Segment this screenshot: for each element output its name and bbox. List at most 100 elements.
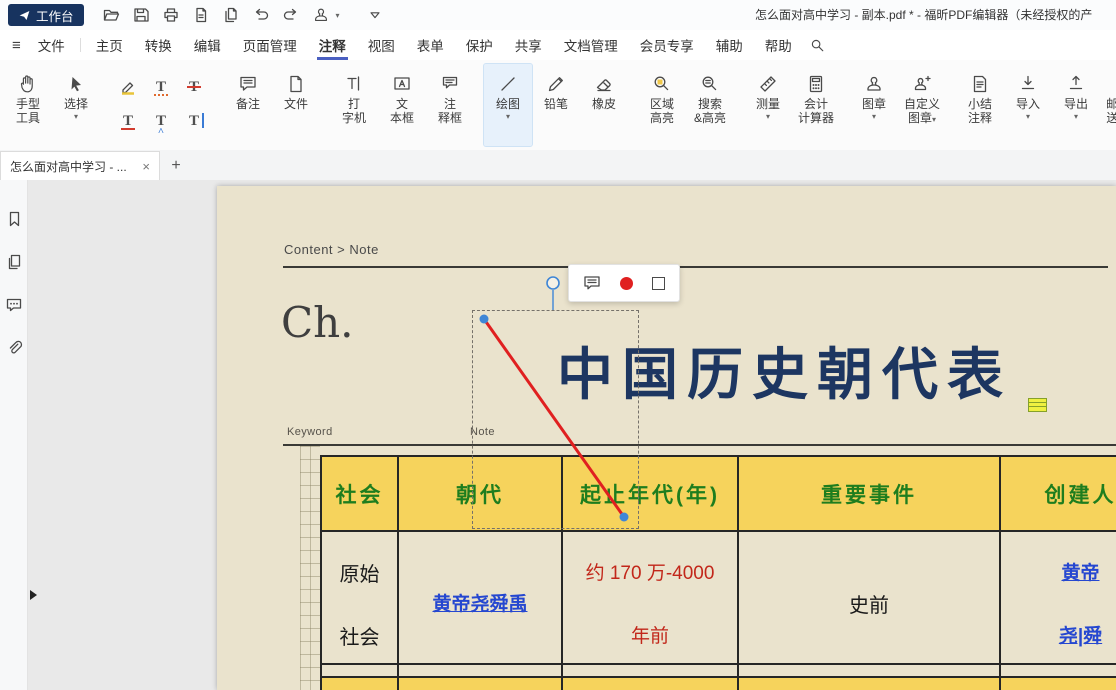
page-breadcrumb: Content > Note <box>284 242 379 257</box>
underline-icon[interactable]: T <box>113 108 143 134</box>
attachments-panel-icon[interactable] <box>5 339 23 357</box>
typewriter-icon <box>344 71 364 97</box>
notebook-rule <box>283 444 1116 446</box>
import-icon <box>1018 71 1038 97</box>
dynasty-link[interactable]: 黄帝尧舜禹 <box>399 589 561 616</box>
print-page-icon[interactable] <box>188 3 214 27</box>
squiggly-underline-icon[interactable]: T <box>146 74 176 100</box>
bookmarks-panel-icon[interactable] <box>5 210 23 228</box>
pointer-group: 手型 工具 选择 ▾ <box>2 60 102 150</box>
save-icon[interactable] <box>128 3 154 27</box>
draw-caret-icon: ▾ <box>506 112 510 121</box>
file-attachment-tool[interactable]: 文件 <box>272 64 320 146</box>
stamp-tool[interactable]: 图章 ▾ <box>850 64 898 146</box>
pencil-tool[interactable]: 铅笔 <box>532 64 580 146</box>
menu-share[interactable]: 共享 <box>504 30 553 60</box>
comments-panel-icon[interactable] <box>5 296 23 314</box>
fill-shape-swatch[interactable] <box>652 277 665 290</box>
undo-icon[interactable] <box>248 3 274 27</box>
email-fdf-tool[interactable]: 邮件发 送FDF <box>1100 64 1116 146</box>
draw-tool[interactable]: 绘图 ▾ <box>484 64 532 146</box>
eraser-icon <box>594 71 614 97</box>
redo-icon[interactable] <box>278 3 304 27</box>
navigation-sidebar <box>0 180 28 690</box>
stamp-caret-icon: ▾ <box>872 112 876 121</box>
hand-tool[interactable]: 手型 工具 <box>4 64 52 146</box>
workspace-button[interactable]: 工作台 <box>8 4 84 26</box>
search-highlight-icon <box>700 71 720 97</box>
table-spacer-row <box>322 665 1116 678</box>
measure-caret-icon: ▾ <box>766 112 770 121</box>
select-caret-icon: ▾ <box>74 112 78 121</box>
select-tool[interactable]: 选择 ▾ <box>52 64 100 146</box>
menu-protect[interactable]: 保护 <box>455 30 504 60</box>
menu-view[interactable]: 视图 <box>357 30 406 60</box>
insert-text-icon[interactable]: T <box>146 108 176 134</box>
chapter-label: Ch. <box>281 298 354 347</box>
quick-tool-caret-icon[interactable]: ▾ <box>336 11 340 20</box>
summary-comments-tool[interactable]: 小结 注释 <box>956 64 1004 146</box>
export-comments-tool[interactable]: 导出 ▾ <box>1052 64 1100 146</box>
panel-expand-handle[interactable] <box>30 590 37 600</box>
menu-page-management[interactable]: 页面管理 <box>232 30 308 60</box>
document-tab[interactable]: 怎么面对高中学习 - ... × <box>0 151 160 180</box>
hamburger-icon[interactable]: ≡ <box>12 37 21 54</box>
menu-edit[interactable]: 编辑 <box>183 30 232 60</box>
typewriter-tool[interactable]: 打 字机 <box>330 64 378 146</box>
custom-stamp-tool[interactable]: 自定义 图章▾ <box>898 64 946 146</box>
print-icon[interactable] <box>158 3 184 27</box>
founder-link[interactable]: 黄帝 <box>1001 558 1116 585</box>
customize-toolbar-icon[interactable] <box>362 3 388 27</box>
pages-panel-icon[interactable] <box>5 253 23 271</box>
search-highlight-tool[interactable]: 搜索 &高亮 <box>686 64 734 146</box>
menu-form[interactable]: 表单 <box>406 30 455 60</box>
menu-member[interactable]: 会员专享 <box>629 30 705 60</box>
menu-doc-management[interactable]: 文档管理 <box>553 30 629 60</box>
text-box-group: 打 字机 文 本框 注 释框 <box>328 60 476 150</box>
founder-link[interactable]: 尧|舜 <box>1001 621 1116 648</box>
add-comment-icon[interactable] <box>583 275 601 291</box>
calculator-icon <box>806 71 826 97</box>
text-box-tool[interactable]: 文 本框 <box>378 64 426 146</box>
rotate-handle[interactable] <box>547 277 559 289</box>
open-icon[interactable] <box>98 3 124 27</box>
document-canvas[interactable]: Content > Note Ch. 中国历史朝代表 Keyword Note … <box>28 180 1116 690</box>
menu-convert[interactable]: 转换 <box>134 30 183 60</box>
eraser-tool[interactable]: 橡皮 <box>580 64 628 146</box>
new-tab-button[interactable]: + <box>164 154 188 178</box>
measure-tool[interactable]: 测量 ▾ <box>744 64 792 146</box>
stamp-icon <box>864 71 884 97</box>
document-tab-bar: 怎么面对高中学习 - ... × + <box>0 150 1116 181</box>
annotation-selection-box[interactable] <box>472 310 639 529</box>
strikeout-icon[interactable]: T <box>179 74 209 100</box>
quick-tool-stamp-icon[interactable] <box>308 3 334 27</box>
pdf-page[interactable]: Content > Note Ch. 中国历史朝代表 Keyword Note … <box>217 186 1116 690</box>
callout-tool[interactable]: 注 释框 <box>426 64 474 146</box>
menu-bar: ≡ 文件 主页 转换 编辑 页面管理 注释 视图 表单 保护 共享 文档管理 会… <box>0 30 1116 61</box>
import-caret-icon: ▾ <box>1026 112 1030 121</box>
calculator-tool[interactable]: 会计 计算器 <box>792 64 840 146</box>
measure-group: 测量 ▾ 会计 计算器 <box>742 60 842 150</box>
text-markup-group: T T T T T <box>108 60 216 150</box>
drawing-group: 绘图 ▾ 铅笔 橡皮 <box>482 60 630 150</box>
menu-help[interactable]: 帮助 <box>754 30 803 60</box>
tab-close-icon[interactable]: × <box>142 159 150 174</box>
highlight-group: 区域 高亮 搜索 &高亮 <box>636 60 736 150</box>
menu-comment[interactable]: 注释 <box>308 30 357 60</box>
area-highlight-tool[interactable]: 区域 高亮 <box>638 64 686 146</box>
note-annotation-icon[interactable] <box>1028 398 1047 412</box>
society-cell: 原始 社会 <box>322 532 399 665</box>
import-comments-tool[interactable]: 导入 ▾ <box>1004 64 1052 146</box>
line-color-swatch[interactable] <box>620 277 633 290</box>
main-area: Content > Note Ch. 中国历史朝代表 Keyword Note … <box>0 180 1116 690</box>
pencil-icon <box>546 71 566 97</box>
menu-accessibility[interactable]: 辅助 <box>705 30 754 60</box>
menu-file[interactable]: 文件 <box>27 30 76 60</box>
new-from-file-icon[interactable] <box>218 3 244 27</box>
note-tool[interactable]: 备注 <box>224 64 272 146</box>
menu-home[interactable]: 主页 <box>85 30 134 60</box>
replace-text-icon[interactable]: T <box>179 108 209 134</box>
highlight-icon[interactable] <box>113 74 143 100</box>
search-icon[interactable] <box>809 37 825 53</box>
keyword-label: Keyword <box>287 426 333 438</box>
